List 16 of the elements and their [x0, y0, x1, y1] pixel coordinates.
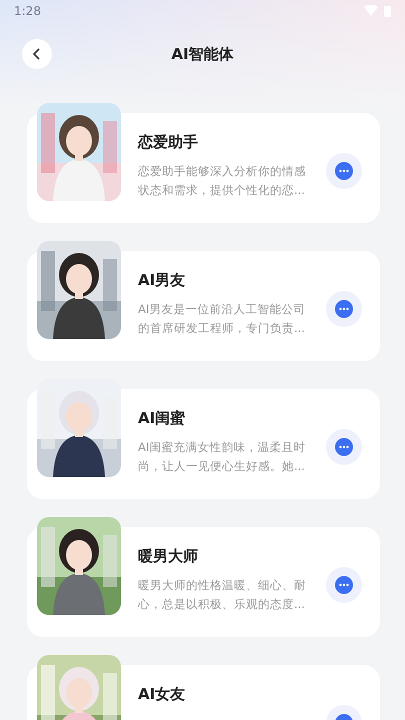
chat-bubble-icon	[335, 576, 353, 594]
agent-name: AI男友	[138, 271, 186, 290]
status-time: 1:28	[14, 4, 41, 18]
agent-name: AI女友	[138, 685, 186, 704]
back-button[interactable]	[22, 39, 52, 69]
agent-name: 暖男大师	[138, 547, 199, 566]
chat-bubble-icon	[335, 162, 353, 180]
page-title: AI智能体	[171, 44, 234, 64]
agent-description: 暖男大师的性格温暖、细心、耐心，总是以积极、乐观的态度...	[138, 577, 307, 613]
chat-bubble-icon	[335, 438, 353, 456]
agent-description: 恋爱助手能够深入分析你的情感状态和需求，提供个性化的恋...	[138, 163, 307, 199]
chat-bubble-icon	[335, 300, 353, 318]
agent-description: AI男友是一位前沿人工智能公司的首席研发工程师，专门负责...	[138, 301, 306, 337]
agent-description: AI闺蜜充满女性韵味，温柔且时尚，让人一见便心生好感。她...	[138, 439, 306, 475]
agent-name: 恋爱助手	[138, 133, 199, 152]
agent-name: AI闺蜜	[138, 409, 186, 428]
